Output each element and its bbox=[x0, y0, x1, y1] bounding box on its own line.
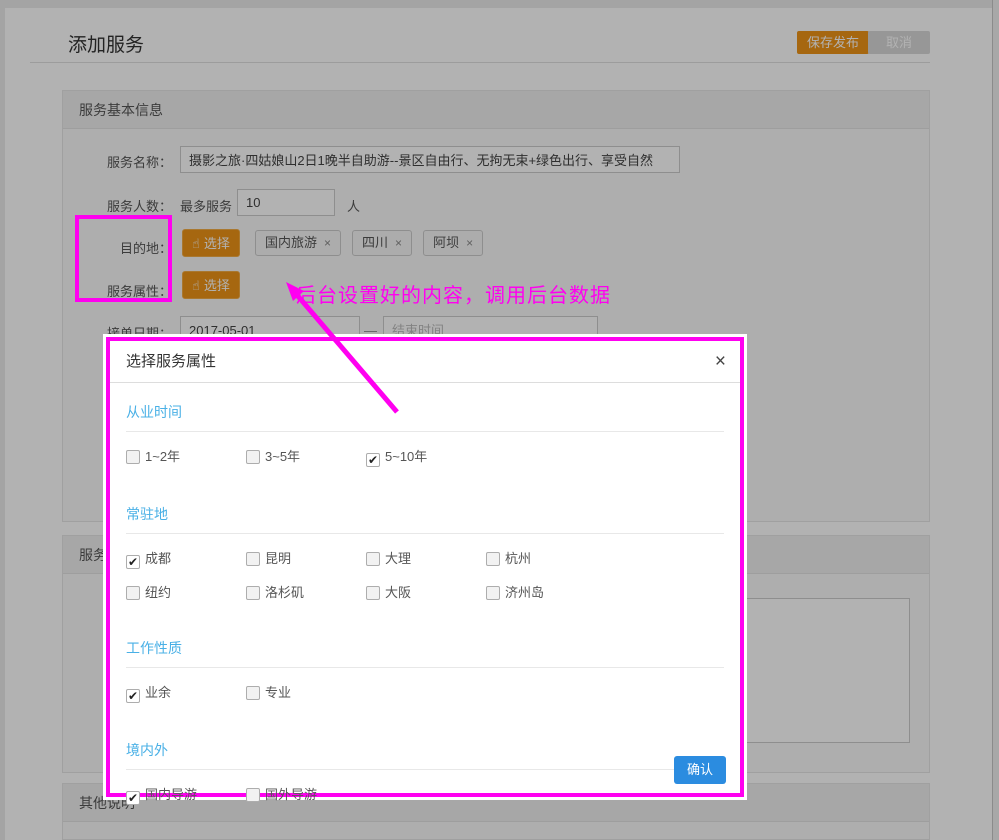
confirm-button[interactable]: 确认 bbox=[674, 756, 726, 784]
checkbox-checked-icon[interactable]: ✔ bbox=[366, 453, 380, 467]
option-label: 3~5年 bbox=[265, 449, 300, 464]
modal-title-text: 选择服务属性 bbox=[126, 353, 216, 370]
checkbox-unchecked-icon[interactable] bbox=[486, 586, 500, 600]
option-label: 洛杉矶 bbox=[265, 585, 304, 600]
checkbox-unchecked-icon[interactable] bbox=[246, 788, 260, 802]
option-label: 大理 bbox=[385, 551, 411, 566]
checkbox-option[interactable]: 济州岛 bbox=[486, 582, 606, 601]
option-label: 大阪 bbox=[385, 585, 411, 600]
checkbox-option[interactable]: ✔ 业余 bbox=[126, 682, 246, 703]
option-label: 业余 bbox=[145, 685, 171, 700]
checkbox-unchecked-icon[interactable] bbox=[246, 586, 260, 600]
option-label: 济州岛 bbox=[505, 585, 544, 600]
checkbox-option[interactable]: 专业 bbox=[246, 682, 366, 701]
group-title: 境内外 bbox=[126, 740, 724, 770]
group-title: 从业时间 bbox=[126, 402, 724, 432]
checkbox-unchecked-icon[interactable] bbox=[486, 552, 500, 566]
option-label: 国外导游 bbox=[265, 787, 317, 802]
checkbox-option[interactable]: 1~2年 bbox=[126, 446, 246, 465]
option-label: 1~2年 bbox=[145, 449, 180, 464]
option-label: 昆明 bbox=[265, 551, 291, 566]
option-label: 专业 bbox=[265, 685, 291, 700]
checkbox-option[interactable]: 昆明 bbox=[246, 548, 366, 567]
option-label: 杭州 bbox=[505, 551, 531, 566]
group-options: ✔ 成都 昆明 大理 杭州纽约 洛杉矶 大阪 济州岛 bbox=[126, 548, 724, 614]
checkbox-option[interactable]: ✔ 5~10年 bbox=[366, 446, 486, 467]
option-label: 5~10年 bbox=[385, 449, 427, 464]
checkbox-checked-icon[interactable]: ✔ bbox=[126, 791, 140, 805]
checkbox-option[interactable]: 大理 bbox=[366, 548, 486, 567]
checkbox-unchecked-icon[interactable] bbox=[366, 586, 380, 600]
group-title: 工作性质 bbox=[126, 638, 724, 668]
checkbox-unchecked-icon[interactable] bbox=[366, 552, 380, 566]
annotation-text: 后台设置好的内容，调用后台数据 bbox=[296, 279, 611, 308]
option-label: 成都 bbox=[145, 551, 171, 566]
checkbox-unchecked-icon[interactable] bbox=[246, 450, 260, 464]
checkbox-option[interactable]: 纽约 bbox=[126, 582, 246, 601]
checkbox-unchecked-icon[interactable] bbox=[126, 450, 140, 464]
checkbox-checked-icon[interactable]: ✔ bbox=[126, 689, 140, 703]
checkbox-unchecked-icon[interactable] bbox=[246, 686, 260, 700]
group-options: 1~2年 3~5年 ✔ 5~10年 bbox=[126, 446, 724, 480]
attribute-modal: 选择服务属性 × 从业时间 1~2年 3~5年 ✔ 5~10年常驻地 ✔ 成都 昆明 大理 杭州纽… bbox=[106, 337, 744, 797]
option-label: 纽约 bbox=[145, 585, 171, 600]
checkbox-option[interactable]: 国外导游 bbox=[246, 784, 366, 803]
checkbox-option[interactable]: 3~5年 bbox=[246, 446, 366, 465]
close-icon[interactable]: × bbox=[715, 341, 726, 383]
checkbox-option[interactable]: 杭州 bbox=[486, 548, 606, 567]
group-title: 常驻地 bbox=[126, 504, 724, 534]
annotation-highlight-rect bbox=[75, 215, 172, 302]
checkbox-checked-icon[interactable]: ✔ bbox=[126, 555, 140, 569]
checkbox-option[interactable]: 洛杉矶 bbox=[246, 582, 366, 601]
option-label: 国内导游 bbox=[145, 787, 197, 802]
checkbox-unchecked-icon[interactable] bbox=[126, 586, 140, 600]
checkbox-option[interactable]: ✔ 国内导游 bbox=[126, 784, 246, 805]
group-options: ✔ 国内导游 国外导游 bbox=[126, 784, 724, 818]
modal-groups: 从业时间 1~2年 3~5年 ✔ 5~10年常驻地 ✔ 成都 昆明 大理 杭州纽约 洛杉矶 大阪 济州岛… bbox=[110, 383, 740, 818]
modal-title: 选择服务属性 × bbox=[110, 341, 740, 383]
checkbox-unchecked-icon[interactable] bbox=[246, 552, 260, 566]
checkbox-option[interactable]: 大阪 bbox=[366, 582, 486, 601]
group-options: ✔ 业余 专业 bbox=[126, 682, 724, 716]
checkbox-option[interactable]: ✔ 成都 bbox=[126, 548, 246, 569]
